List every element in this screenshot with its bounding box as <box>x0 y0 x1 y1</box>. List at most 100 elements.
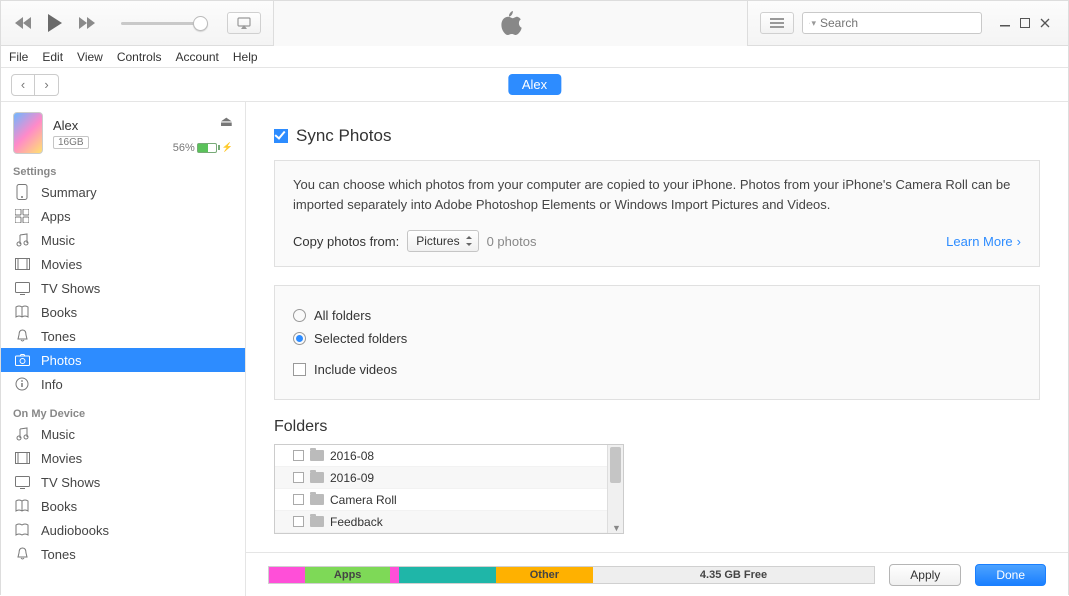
charging-icon: ⚡ <box>222 142 233 153</box>
radio-selected-folders[interactable]: Selected folders <box>293 331 1021 346</box>
folder-name: 2016-08 <box>330 449 374 463</box>
capacity-bar: Apps Other 4.35 GB Free <box>268 566 875 584</box>
copy-from-label: Copy photos from: <box>293 234 399 249</box>
folder-row[interactable]: Camera Roll <box>275 489 623 511</box>
menu-bar: File Edit View Controls Account Help <box>1 46 1068 68</box>
sidebar-item-label: Music <box>41 233 75 248</box>
eject-button[interactable]: ⏏ <box>173 113 233 130</box>
sidebar-item-label: Photos <box>41 353 81 368</box>
sidebar-heading-device: On My Device <box>1 404 245 422</box>
checkbox-label: Include videos <box>314 362 397 377</box>
sidebar-heading-settings: Settings <box>1 162 245 180</box>
sidebar-item-label: TV Shows <box>41 475 100 490</box>
folder-checkbox[interactable] <box>293 472 304 483</box>
sidebar-item-label: Music <box>41 427 75 442</box>
apply-button[interactable]: Apply <box>889 564 961 586</box>
menu-account[interactable]: Account <box>176 50 219 64</box>
bell-icon <box>13 329 31 343</box>
apple-logo-icon <box>499 9 523 37</box>
sidebar-item-music[interactable]: Music <box>1 228 245 252</box>
maximize-button[interactable] <box>1016 16 1034 30</box>
device-item-movies[interactable]: Movies <box>1 446 245 470</box>
menu-edit[interactable]: Edit <box>42 50 63 64</box>
movies-icon <box>13 258 31 270</box>
folder-scrollbar[interactable]: ▼ <box>607 445 623 533</box>
done-button[interactable]: Done <box>975 564 1046 586</box>
nav-back-button[interactable]: ‹ <box>11 74 35 96</box>
device-pill[interactable]: Alex <box>508 74 561 95</box>
device-item-audiobooks[interactable]: Audiobooks <box>1 518 245 542</box>
play-button[interactable] <box>43 11 67 35</box>
battery-indicator: 56% ⚡ <box>173 142 233 154</box>
sidebar-item-tones[interactable]: Tones <box>1 324 245 348</box>
device-capacity: 16GB <box>53 136 89 149</box>
capacity-seg-free: 4.35 GB Free <box>593 567 874 583</box>
search-field[interactable]: ▾ <box>802 12 982 34</box>
sidebar-item-label: Books <box>41 499 77 514</box>
sidebar-item-tvshows[interactable]: TV Shows <box>1 276 245 300</box>
sync-info-panel: You can choose which photos from your co… <box>274 160 1040 267</box>
checkbox-icon <box>293 363 306 376</box>
sidebar-item-apps[interactable]: Apps <box>1 204 245 228</box>
music-icon <box>13 427 31 441</box>
sidebar-item-label: Tones <box>41 547 76 562</box>
sync-photos-title: Sync Photos <box>296 126 391 146</box>
device-item-music[interactable]: Music <box>1 422 245 446</box>
device-thumbnail <box>13 112 43 154</box>
close-button[interactable] <box>1036 16 1054 30</box>
folder-row[interactable]: 2016-08 <box>275 445 623 467</box>
folder-options-panel: All folders Selected folders Include vid… <box>274 285 1040 400</box>
menu-controls[interactable]: Controls <box>117 50 162 64</box>
books-icon <box>13 305 31 319</box>
photo-count: 0 photos <box>487 234 537 249</box>
menu-help[interactable]: Help <box>233 50 258 64</box>
device-item-books[interactable]: Books <box>1 494 245 518</box>
folder-icon <box>310 516 324 527</box>
copy-source-select[interactable]: Pictures <box>407 230 478 252</box>
next-button[interactable] <box>75 11 99 35</box>
radio-all-folders[interactable]: All folders <box>293 308 1021 323</box>
sidebar-item-summary[interactable]: Summary <box>1 180 245 204</box>
camera-icon <box>13 354 31 366</box>
search-input[interactable] <box>820 16 975 30</box>
sidebar-item-books[interactable]: Books <box>1 300 245 324</box>
sidebar-item-label: Info <box>41 377 63 392</box>
folder-checkbox[interactable] <box>293 494 304 505</box>
bottom-bar: Apps Other 4.35 GB Free Apply Done <box>246 552 1068 596</box>
menu-view[interactable]: View <box>77 50 103 64</box>
folder-row[interactable]: 2016-09 <box>275 467 623 489</box>
include-videos-checkbox[interactable]: Include videos <box>293 362 1021 377</box>
folder-checkbox[interactable] <box>293 516 304 527</box>
previous-button[interactable] <box>11 11 35 35</box>
sidebar-item-label: Tones <box>41 329 76 344</box>
learn-more-link[interactable]: Learn More › <box>946 234 1021 249</box>
sidebar-item-photos[interactable]: Photos <box>1 348 245 372</box>
airplay-button[interactable] <box>227 12 261 34</box>
sidebar: Alex 16GB ⏏ 56% ⚡ Settings Summary Apps <box>1 102 246 596</box>
sidebar-item-movies[interactable]: Movies <box>1 252 245 276</box>
phone-icon <box>13 184 31 200</box>
tv-icon <box>13 282 31 295</box>
minimize-button[interactable] <box>996 16 1014 30</box>
volume-slider[interactable] <box>117 22 205 25</box>
folder-row[interactable]: Feedback <box>275 511 623 533</box>
sync-photos-checkbox[interactable] <box>274 129 288 143</box>
capacity-seg-photos <box>269 567 305 583</box>
sidebar-item-label: Books <box>41 305 77 320</box>
playback-controls <box>1 11 261 35</box>
radio-icon <box>293 332 306 345</box>
device-item-tones[interactable]: Tones <box>1 542 245 566</box>
device-header: Alex 16GB ⏏ 56% ⚡ <box>1 102 245 162</box>
folder-checkbox[interactable] <box>293 450 304 461</box>
capacity-seg-teal <box>399 567 496 583</box>
nav-forward-button[interactable]: › <box>35 74 59 96</box>
search-icon <box>809 18 810 29</box>
capacity-seg-small <box>390 567 399 583</box>
list-view-button[interactable] <box>760 12 794 34</box>
menu-file[interactable]: File <box>9 50 28 64</box>
folder-name: 2016-09 <box>330 471 374 485</box>
sidebar-item-label: Apps <box>41 209 71 224</box>
sidebar-item-info[interactable]: Info <box>1 372 245 396</box>
folder-icon <box>310 494 324 505</box>
device-item-tvshows[interactable]: TV Shows <box>1 470 245 494</box>
